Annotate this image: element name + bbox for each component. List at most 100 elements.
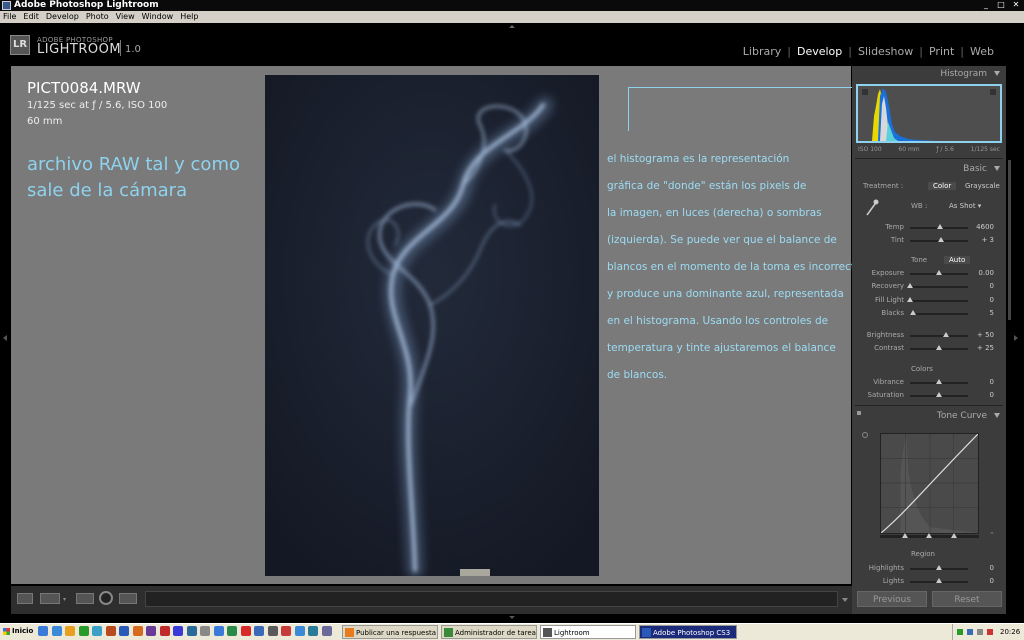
quick-launch-icon[interactable] bbox=[213, 626, 224, 636]
quick-launch-icon[interactable] bbox=[105, 626, 116, 636]
quick-launch-icon[interactable] bbox=[119, 626, 129, 636]
tone-curve-graph[interactable] bbox=[880, 433, 979, 534]
slider-thumb[interactable] bbox=[936, 270, 942, 275]
slider-thumb[interactable] bbox=[936, 392, 942, 397]
toolbar-menu-icon[interactable] bbox=[842, 598, 848, 602]
module-web[interactable]: Web bbox=[964, 45, 1000, 58]
auto-tone-button[interactable]: Auto bbox=[944, 256, 971, 264]
quick-launch-icon[interactable] bbox=[267, 626, 278, 636]
module-print[interactable]: Print bbox=[923, 45, 960, 58]
treatment-color-toggle[interactable]: Color bbox=[928, 182, 957, 190]
menu-view[interactable]: View bbox=[116, 11, 135, 23]
split-point-handle[interactable] bbox=[926, 533, 932, 538]
crop-icon[interactable] bbox=[76, 593, 94, 604]
quick-launch-icon[interactable] bbox=[132, 626, 143, 636]
shadow-clipping-icon[interactable] bbox=[862, 89, 868, 95]
target-adjust-icon[interactable] bbox=[862, 432, 868, 438]
module-slideshow[interactable]: Slideshow bbox=[852, 45, 919, 58]
quick-launch-icon[interactable] bbox=[321, 626, 332, 636]
quick-launch-icon[interactable] bbox=[173, 626, 183, 636]
collapse-icon[interactable] bbox=[994, 71, 1000, 76]
eyedropper-icon[interactable] bbox=[864, 198, 880, 218]
split-point-handle[interactable] bbox=[902, 533, 908, 538]
menu-develop[interactable]: Develop bbox=[46, 11, 79, 23]
slider-track[interactable] bbox=[910, 313, 968, 315]
slider-thumb[interactable] bbox=[909, 310, 916, 315]
right-panel-toggle-icon[interactable] bbox=[1014, 335, 1018, 341]
quick-launch-icon[interactable] bbox=[240, 626, 251, 636]
histogram-aperture: ƒ / 5.6 bbox=[936, 146, 954, 153]
slider-thumb[interactable] bbox=[907, 297, 913, 302]
collapse-icon[interactable] bbox=[994, 166, 1000, 171]
quick-launch-icon[interactable] bbox=[227, 626, 237, 636]
slider-thumb[interactable] bbox=[937, 237, 944, 242]
slider-value: 5 bbox=[989, 309, 994, 317]
menu-photo[interactable]: Photo bbox=[86, 11, 109, 23]
menu-edit[interactable]: Edit bbox=[23, 11, 39, 23]
start-button[interactable]: Inicio bbox=[1, 625, 35, 638]
quick-launch-icon[interactable] bbox=[308, 626, 318, 636]
slider-track[interactable] bbox=[910, 335, 968, 337]
photo-focal-length: 60 mm bbox=[27, 116, 63, 127]
top-panel-toggle-icon[interactable] bbox=[509, 25, 515, 28]
menu-help[interactable]: Help bbox=[180, 11, 198, 23]
task-browser[interactable]: Publicar una respuesta - ... bbox=[342, 625, 438, 639]
quick-launch-icon[interactable] bbox=[186, 626, 197, 636]
filmstrip-toggle-icon[interactable] bbox=[509, 616, 515, 619]
collapse-icon[interactable] bbox=[994, 413, 1000, 418]
quick-launch-icon[interactable] bbox=[51, 626, 62, 636]
red-eye-icon[interactable] bbox=[99, 591, 113, 605]
quick-launch-icon[interactable] bbox=[254, 626, 264, 636]
slider-thumb[interactable] bbox=[942, 332, 949, 337]
slider-thumb[interactable] bbox=[936, 379, 942, 384]
lightroom-header: LR ADOBE PHOTOSHOP LIGHTROOM 1.0 Library… bbox=[0, 23, 1024, 65]
loupe-view-icon[interactable] bbox=[17, 593, 33, 604]
maximize-icon[interactable]: □ bbox=[995, 0, 1007, 10]
slider-track[interactable] bbox=[910, 300, 968, 302]
quick-launch-icon[interactable] bbox=[294, 626, 305, 636]
volume-icon[interactable] bbox=[977, 629, 983, 635]
module-develop[interactable]: Develop bbox=[791, 45, 848, 58]
tray-icon[interactable] bbox=[987, 629, 993, 635]
minimize-icon[interactable]: _ bbox=[980, 0, 992, 10]
quick-launch-icon[interactable] bbox=[281, 626, 291, 636]
left-panel-toggle-icon[interactable] bbox=[3, 335, 7, 341]
slider-thumb[interactable] bbox=[937, 224, 944, 229]
slider-thumb[interactable] bbox=[936, 345, 942, 350]
basic-panel-header[interactable]: Basic bbox=[855, 162, 1003, 176]
tray-icon[interactable] bbox=[967, 629, 973, 635]
panel-scrollbar[interactable] bbox=[1008, 160, 1011, 320]
quick-launch-icon[interactable] bbox=[159, 626, 170, 636]
wb-dropdown[interactable]: As Shot ▾ bbox=[949, 202, 981, 210]
before-after-icon[interactable] bbox=[40, 593, 60, 604]
treatment-grayscale-toggle[interactable]: Grayscale bbox=[965, 182, 1000, 190]
quick-launch-icon[interactable] bbox=[92, 626, 102, 636]
split-point-handle[interactable] bbox=[951, 533, 957, 538]
quick-launch-icon[interactable] bbox=[65, 626, 75, 636]
menu-window[interactable]: Window bbox=[142, 11, 174, 23]
remove-spots-icon[interactable] bbox=[119, 593, 137, 604]
explanation-line: el histograma es la representación bbox=[607, 153, 790, 165]
close-icon[interactable]: ✕ bbox=[1010, 0, 1022, 10]
previous-button[interactable]: Previous bbox=[857, 591, 927, 607]
before-after-dropdown-icon[interactable]: ▾ bbox=[63, 596, 66, 603]
tray-icon[interactable] bbox=[957, 629, 963, 635]
histogram-panel-header[interactable]: Histogram bbox=[855, 67, 1003, 81]
highlight-clipping-icon[interactable] bbox=[990, 89, 996, 95]
slider-track[interactable] bbox=[910, 286, 968, 288]
slider-thumb[interactable] bbox=[936, 565, 942, 570]
quick-launch-icon[interactable] bbox=[146, 626, 156, 636]
quick-launch-icon[interactable] bbox=[38, 626, 48, 636]
quick-launch-icon[interactable] bbox=[200, 626, 210, 636]
menu-file[interactable]: File bbox=[3, 11, 16, 23]
reset-button[interactable]: Reset bbox=[932, 591, 1002, 607]
quick-launch-icon[interactable] bbox=[78, 626, 89, 636]
module-library[interactable]: Library bbox=[737, 45, 787, 58]
tone-curve-panel-header[interactable]: Tone Curve bbox=[855, 409, 1003, 423]
slider-thumb[interactable] bbox=[907, 283, 913, 288]
task-photoshop[interactable]: Adobe Photoshop CS3 bbox=[639, 625, 737, 639]
expand-icon[interactable]: ⌃ bbox=[989, 531, 995, 539]
task-task-manager[interactable]: Administrador de tareas ... bbox=[441, 625, 537, 639]
task-lightroom[interactable]: Lightroom bbox=[540, 625, 636, 639]
slider-thumb[interactable] bbox=[936, 578, 942, 583]
